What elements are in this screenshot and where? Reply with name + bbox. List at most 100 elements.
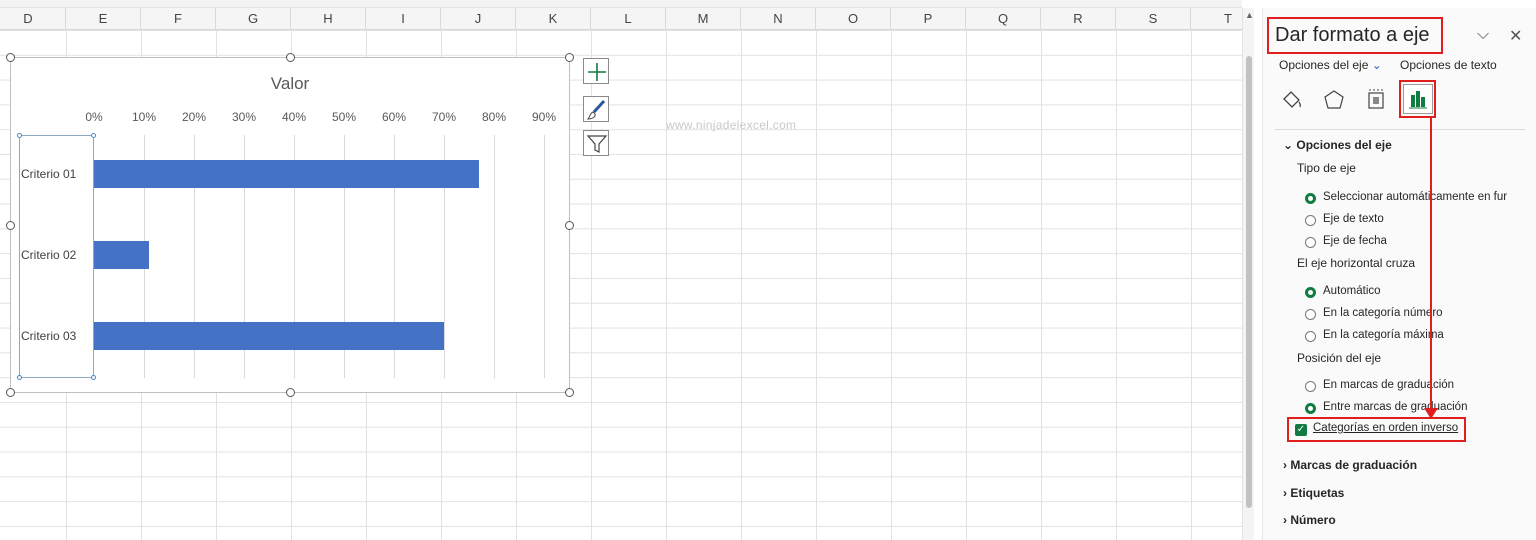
- chart-title[interactable]: Valor: [11, 74, 569, 94]
- x-tick-label: 40%: [281, 110, 307, 124]
- radio-auto-select[interactable]: [1305, 193, 1316, 204]
- column-header[interactable]: D: [0, 8, 66, 30]
- section-ticks[interactable]: › Marcas de graduación: [1283, 458, 1417, 472]
- bar[interactable]: [94, 322, 444, 350]
- column-header[interactable]: Q: [966, 8, 1041, 30]
- radio-text-axis[interactable]: [1305, 215, 1316, 226]
- column-header[interactable]: N: [741, 8, 816, 30]
- section-axis-options-label: Opciones del eje: [1296, 138, 1392, 152]
- highlight-reverse-order: [1287, 417, 1466, 442]
- radio-on-tick-marks[interactable]: [1305, 381, 1316, 392]
- column-headers: DEFGHIJKLMNOPQRST: [0, 8, 1242, 30]
- radio-date-axis-label[interactable]: Eje de fecha: [1323, 235, 1387, 247]
- column-header[interactable]: I: [366, 8, 441, 30]
- x-tick-label: 60%: [381, 110, 407, 124]
- section-labels-label: Etiquetas: [1290, 486, 1345, 500]
- brush-icon: [586, 99, 606, 120]
- bar[interactable]: [94, 241, 149, 269]
- column-header[interactable]: M: [666, 8, 741, 30]
- column-header[interactable]: O: [816, 8, 891, 30]
- section-number[interactable]: › Número: [1283, 513, 1336, 527]
- x-tick-label: 10%: [131, 110, 157, 124]
- scroll-up-arrow-icon[interactable]: ▲: [1245, 10, 1254, 20]
- bar[interactable]: [94, 160, 479, 188]
- category-label: Criterio 01: [21, 167, 77, 181]
- column-header[interactable]: F: [141, 8, 216, 30]
- vertical-scrollbar[interactable]: ▲: [1242, 8, 1254, 540]
- axis-handle-top-left[interactable]: [17, 133, 22, 138]
- x-tick-label: 90%: [531, 110, 557, 124]
- column-header[interactable]: J: [441, 8, 516, 30]
- crosses-label: El eje horizontal cruza: [1297, 256, 1416, 270]
- column-header[interactable]: H: [291, 8, 366, 30]
- highlight-title: [1267, 17, 1443, 54]
- resize-handle-bottom-right[interactable]: [565, 388, 574, 397]
- chart-styles-button[interactable]: [583, 96, 609, 122]
- resize-handle-left[interactable]: [6, 221, 15, 230]
- radio-crosses-auto-label[interactable]: Automático: [1323, 285, 1381, 297]
- size-properties-icon[interactable]: [1363, 87, 1389, 113]
- watermark: www.ninjadelexcel.com: [666, 118, 797, 132]
- close-icon[interactable]: ✕: [1509, 26, 1522, 46]
- tab-text-options[interactable]: Opciones de texto: [1400, 58, 1497, 72]
- column-header[interactable]: S: [1116, 8, 1191, 30]
- chevron-down-icon: ⌄: [1371, 58, 1382, 72]
- radio-crosses-category[interactable]: [1305, 309, 1316, 320]
- resize-handle-bottom-left[interactable]: [6, 388, 15, 397]
- section-axis-options[interactable]: ⌄ Opciones del eje: [1283, 138, 1392, 152]
- chart-elements-button[interactable]: [583, 58, 609, 84]
- axis-handle-bottom-right[interactable]: [91, 375, 96, 380]
- radio-between-tick-marks-label[interactable]: Entre marcas de graduación: [1323, 401, 1467, 413]
- funnel-icon: [586, 135, 608, 153]
- column-header[interactable]: R: [1041, 8, 1116, 30]
- radio-crosses-category-label[interactable]: En la categoría número: [1323, 307, 1443, 319]
- radio-on-tick-marks-label[interactable]: En marcas de graduación: [1323, 379, 1454, 391]
- chevron-down-icon[interactable]: ⌵: [1477, 26, 1489, 44]
- column-header[interactable]: L: [591, 8, 666, 30]
- resize-handle-bottom[interactable]: [286, 388, 295, 397]
- radio-crosses-max-label[interactable]: En la categoría máxima: [1323, 329, 1444, 341]
- column-header[interactable]: G: [216, 8, 291, 30]
- radio-crosses-max[interactable]: [1305, 331, 1316, 342]
- format-axis-pane: Dar formato a eje ⌵ ✕ Opciones del eje ⌄…: [1262, 8, 1536, 540]
- category-label: Criterio 03: [21, 329, 77, 343]
- radio-text-axis-label[interactable]: Eje de texto: [1323, 213, 1384, 225]
- section-number-label: Número: [1290, 513, 1336, 527]
- axis-type-label: Tipo de eje: [1297, 161, 1356, 175]
- scrollbar-thumb[interactable]: [1246, 56, 1252, 508]
- resize-handle-top-right[interactable]: [565, 53, 574, 62]
- radio-crosses-auto[interactable]: [1305, 287, 1316, 298]
- column-header[interactable]: T: [1191, 8, 1242, 30]
- radio-auto-select-label[interactable]: Seleccionar automáticamente en fur: [1323, 191, 1507, 203]
- bar-chart[interactable]: Valor 0% 10% 20% 30% 40% 50% 60% 70% 80% 90% Crit…: [6, 53, 574, 397]
- axis-handle-top-right[interactable]: [91, 133, 96, 138]
- x-tick-label: 50%: [331, 110, 357, 124]
- chart-filters-button[interactable]: [583, 130, 609, 156]
- ribbon-edge: [0, 0, 1242, 8]
- effects-icon[interactable]: [1321, 87, 1347, 113]
- divider: [1275, 129, 1525, 130]
- radio-date-axis[interactable]: [1305, 237, 1316, 248]
- axis-handle-bottom-left[interactable]: [17, 375, 22, 380]
- highlight-axis-options-icon: [1399, 80, 1436, 118]
- column-header[interactable]: K: [516, 8, 591, 30]
- fill-line-icon[interactable]: [1279, 87, 1305, 113]
- column-header[interactable]: E: [66, 8, 141, 30]
- axis-position-label: Posición del eje: [1297, 351, 1382, 365]
- resize-handle-top-left[interactable]: [6, 53, 15, 62]
- resize-handle-top[interactable]: [286, 53, 295, 62]
- column-header[interactable]: P: [891, 8, 966, 30]
- tab-axis-options[interactable]: Opciones del eje ⌄: [1279, 58, 1382, 72]
- annotation-arrow: [1430, 118, 1432, 414]
- section-ticks-label: Marcas de graduación: [1290, 458, 1418, 472]
- x-tick-label: 30%: [231, 110, 257, 124]
- category-label: Criterio 02: [21, 248, 77, 262]
- radio-between-tick-marks[interactable]: [1305, 403, 1316, 414]
- gridline: [494, 135, 495, 378]
- plus-icon: [588, 63, 606, 81]
- resize-handle-right[interactable]: [565, 221, 574, 230]
- section-labels[interactable]: › Etiquetas: [1283, 486, 1344, 500]
- tab-axis-label: Opciones del eje: [1279, 58, 1369, 72]
- x-tick-label: 20%: [181, 110, 207, 124]
- worksheet[interactable]: DEFGHIJKLMNOPQRST www.ninjadelexcel.com …: [0, 0, 1242, 540]
